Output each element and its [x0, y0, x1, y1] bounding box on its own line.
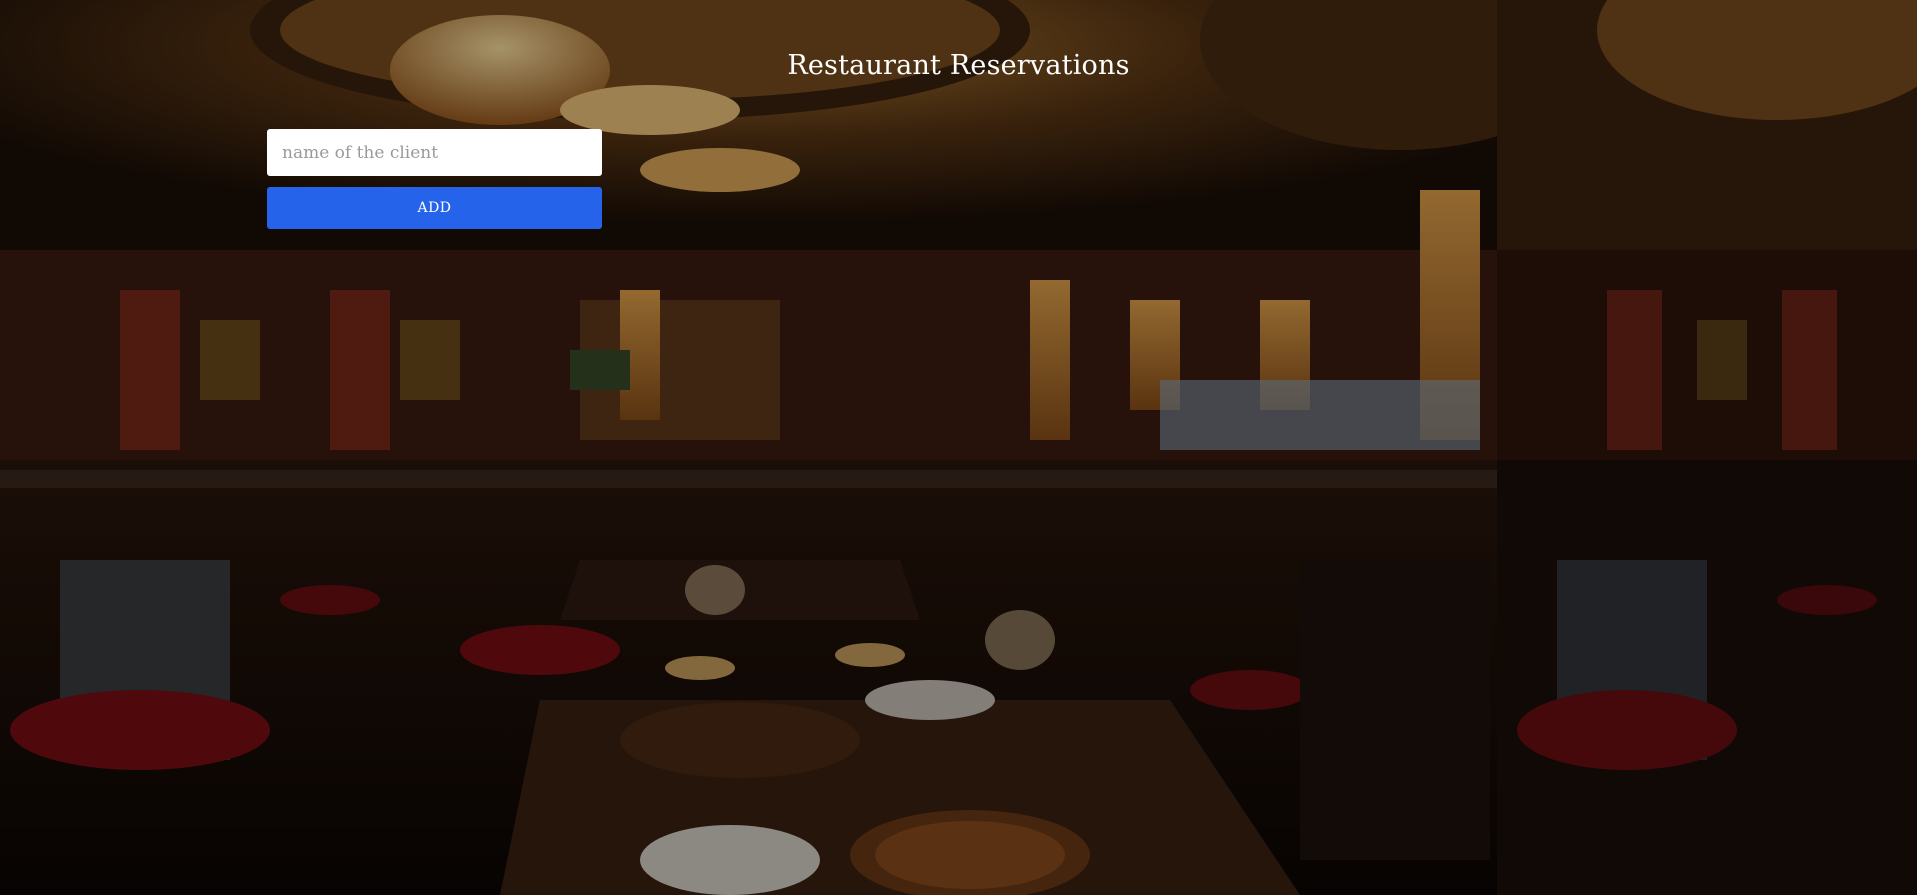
add-button[interactable]: ADD: [267, 187, 602, 229]
reservation-form: ADD: [267, 129, 602, 229]
client-name-input[interactable]: [267, 129, 602, 176]
page-title: Restaurant Reservations: [787, 50, 1130, 81]
